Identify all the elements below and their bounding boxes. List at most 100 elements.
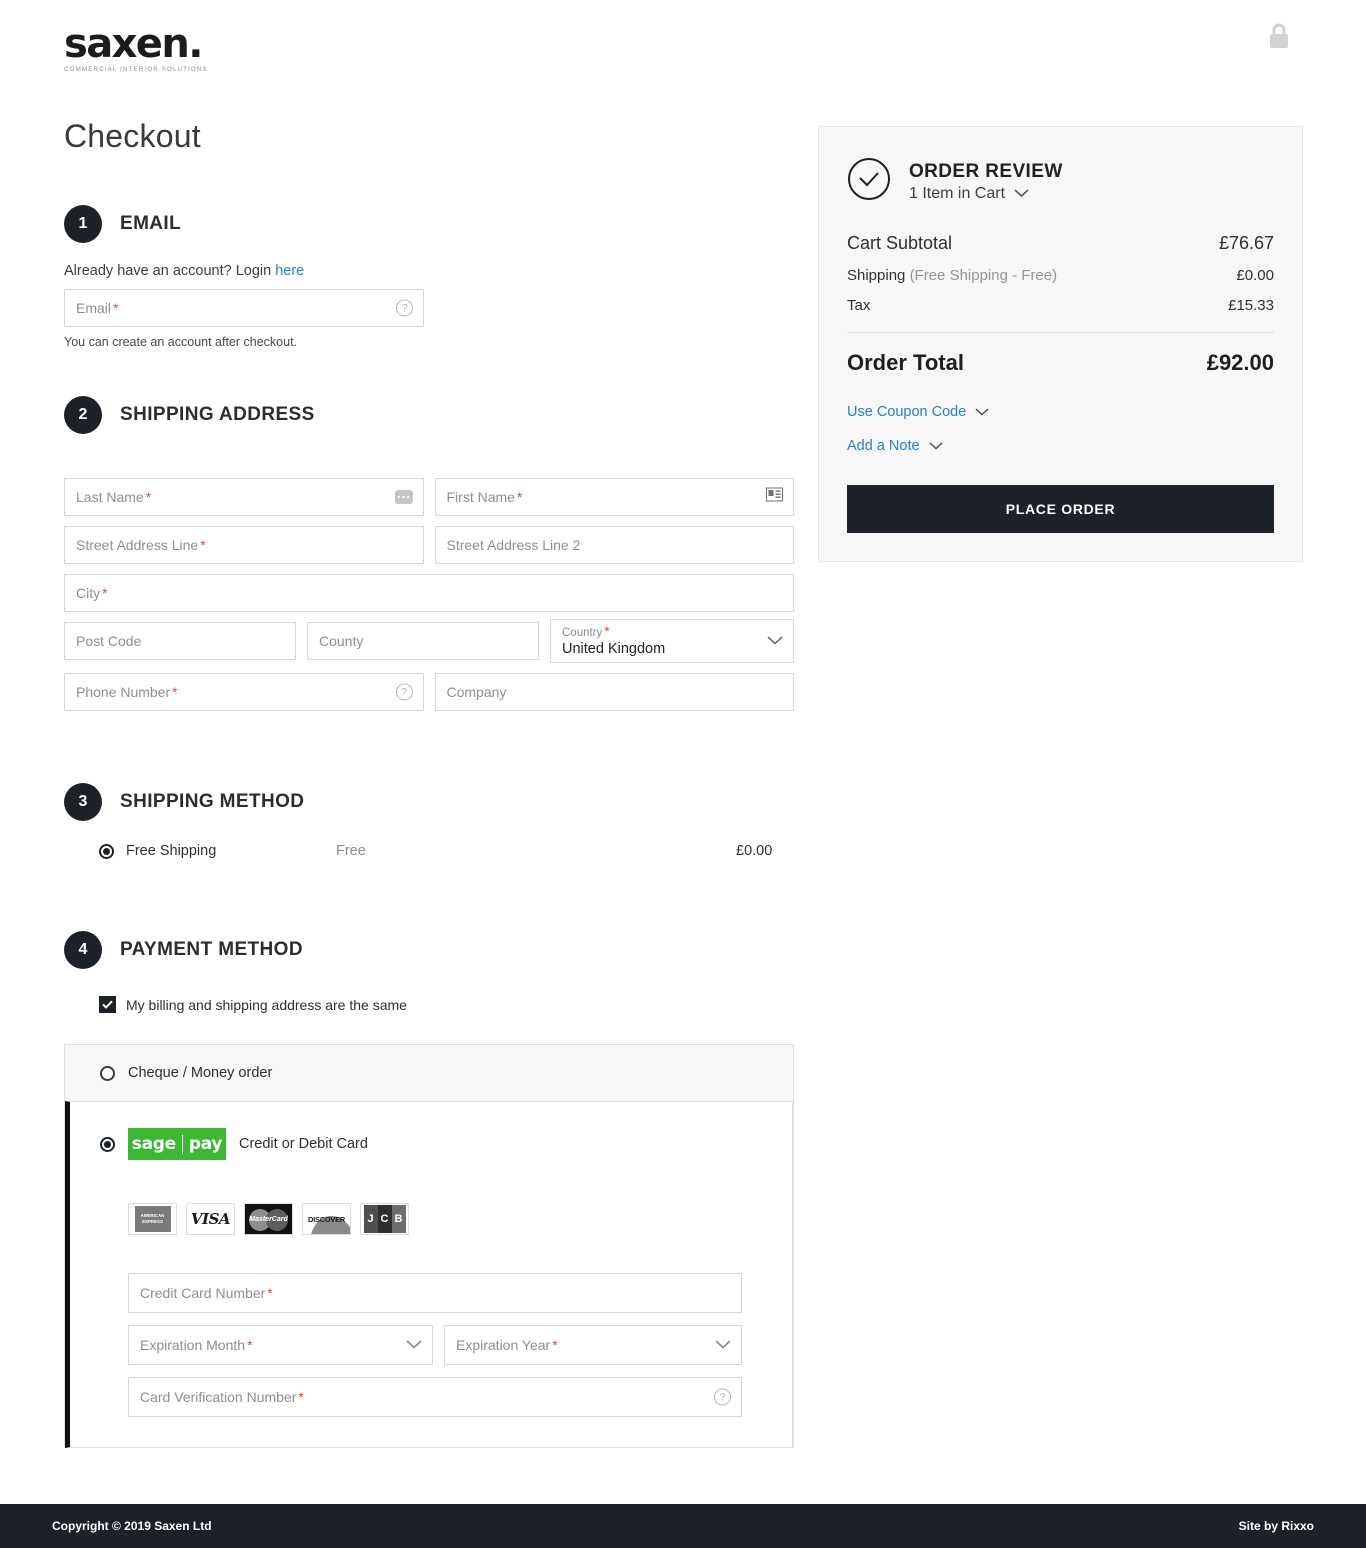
order-review-header: ORDER REVIEW 1 Item in Cart bbox=[847, 157, 1274, 206]
mastercard-card-icon: MasterCard bbox=[244, 1203, 293, 1235]
contact-card-icon[interactable] bbox=[766, 487, 783, 507]
shipping-method-row[interactable]: Free Shipping Free £0.00 bbox=[64, 843, 794, 859]
shipping-label: Shipping (Free Shipping - Free) bbox=[847, 267, 1058, 284]
expiration-year-select[interactable]: Expiration Year * bbox=[444, 1325, 742, 1365]
exp-year-required-marker: * bbox=[552, 1337, 558, 1353]
order-summary-column: ORDER REVIEW 1 Item in Cart Cart Subtota… bbox=[818, 126, 1303, 562]
check-circle-icon bbox=[847, 157, 891, 206]
step-header-shipping-address: 2 SHIPPING ADDRESS bbox=[64, 396, 794, 434]
shipping-method-carrier: Free bbox=[336, 843, 366, 859]
step-number-badge: 2 bbox=[64, 396, 102, 434]
logo-tagline: COMMERCIAL INTERIOR SOLUTIONS bbox=[64, 66, 208, 73]
footer-copyright: Copyright © 2019 Saxen Ltd bbox=[52, 1519, 212, 1533]
lock-icon bbox=[1266, 22, 1292, 52]
chevron-down-icon[interactable] bbox=[715, 1336, 731, 1354]
step-title: PAYMENT METHOD bbox=[120, 939, 303, 960]
step-number-badge: 1 bbox=[64, 205, 102, 243]
mastercard-card-text: MasterCard bbox=[249, 1216, 288, 1223]
tax-value: £15.33 bbox=[1228, 297, 1274, 314]
email-hint: You can create an account after checkout… bbox=[64, 335, 298, 349]
tax-label: Tax bbox=[847, 297, 871, 314]
chevron-down-icon[interactable] bbox=[406, 1336, 422, 1354]
step-number-badge: 4 bbox=[64, 931, 102, 969]
street-address-line-1-field[interactable]: Street Address Line * bbox=[64, 526, 424, 564]
chevron-down-icon[interactable] bbox=[929, 438, 943, 454]
cvn-required-marker: * bbox=[298, 1389, 304, 1405]
city-field[interactable]: City * bbox=[64, 574, 794, 612]
site-logo[interactable]: saxen. COMMERCIAL INTERIOR SOLUTIONS bbox=[64, 23, 210, 73]
exp-month-placeholder: Expiration Month bbox=[140, 1337, 246, 1353]
question-mark-icon[interactable]: ? bbox=[396, 299, 413, 317]
card-verification-number-field[interactable]: Card Verification Number * ? bbox=[128, 1377, 742, 1417]
logo-wordmark: saxen. bbox=[64, 21, 203, 67]
order-review-titles: ORDER REVIEW 1 Item in Cart bbox=[909, 160, 1063, 203]
site-footer: Copyright © 2019 Saxen Ltd Site by Rixxo bbox=[0, 1504, 1366, 1548]
chevron-down-icon[interactable] bbox=[767, 632, 783, 650]
discover-card-text: DISCOVER bbox=[307, 1214, 345, 1224]
email-placeholder: Email bbox=[76, 300, 112, 316]
county-field[interactable]: County bbox=[307, 622, 539, 660]
jcb-letter-j: J bbox=[363, 1205, 378, 1233]
question-mark-icon[interactable]: ? bbox=[395, 683, 413, 701]
items-in-cart-toggle[interactable]: 1 Item in Cart bbox=[909, 185, 1063, 203]
country-select[interactable]: Country * United Kingdom bbox=[550, 619, 794, 663]
question-mark-icon[interactable]: ? bbox=[714, 1388, 731, 1406]
sagepay-radio[interactable] bbox=[100, 1136, 115, 1152]
company-field[interactable]: Company bbox=[434, 673, 794, 711]
post-code-field[interactable]: Post Code bbox=[64, 622, 296, 660]
sage-logo-left: sage bbox=[131, 1134, 176, 1154]
add-a-note-label: Add a Note bbox=[847, 438, 920, 454]
shipping-address-form: Last Name * First Name * Street Address … bbox=[64, 478, 794, 711]
add-a-note-toggle[interactable]: Add a Note bbox=[847, 438, 1274, 454]
accepted-card-logos: AMERICAN EXPRESS VISA MasterCard DISCOVE… bbox=[70, 1203, 792, 1235]
amex-card-icon: AMERICAN EXPRESS bbox=[128, 1203, 177, 1235]
payment-options-list: Cheque / Money order sage pay Credit or … bbox=[64, 1044, 794, 1448]
autofill-dots-icon[interactable] bbox=[394, 490, 413, 504]
email-field[interactable]: Email * ? bbox=[64, 289, 424, 327]
order-summary-panel: ORDER REVIEW 1 Item in Cart Cart Subtota… bbox=[818, 126, 1303, 562]
order-total-row: Order Total £92.00 bbox=[847, 350, 1274, 376]
card-number-placeholder: Credit Card Number bbox=[140, 1285, 266, 1301]
sage-logo-divider bbox=[181, 1134, 183, 1154]
use-coupon-code-toggle[interactable]: Use Coupon Code bbox=[847, 404, 1274, 420]
step-header-email: 1 EMAIL bbox=[64, 205, 794, 243]
login-here-link[interactable]: here bbox=[275, 263, 304, 279]
exp-year-placeholder: Expiration Year bbox=[456, 1337, 551, 1353]
last-name-field[interactable]: Last Name * bbox=[64, 478, 424, 516]
order-summary-lines: Cart Subtotal £76.67 Shipping (Free Ship… bbox=[847, 233, 1274, 314]
place-order-button[interactable]: PLACE ORDER bbox=[847, 485, 1274, 533]
first-name-field[interactable]: First Name * bbox=[434, 478, 794, 516]
payment-option-sagepay[interactable]: sage pay Credit or Debit Card AMERICAN E… bbox=[65, 1101, 793, 1448]
last-name-required-marker: * bbox=[145, 489, 152, 505]
email-required-marker: * bbox=[113, 300, 119, 316]
order-total-label: Order Total bbox=[847, 350, 964, 375]
card-number-required-marker: * bbox=[267, 1285, 273, 1301]
chevron-down-icon[interactable] bbox=[975, 404, 989, 420]
cheque-label: Cheque / Money order bbox=[128, 1065, 273, 1081]
discover-card-icon: DISCOVER bbox=[302, 1203, 351, 1235]
city-placeholder: City bbox=[76, 585, 101, 601]
section-shipping-address: 2 SHIPPING ADDRESS Last Name * First Nam… bbox=[64, 396, 794, 711]
street2-placeholder: Street Address Line 2 bbox=[446, 537, 581, 553]
expiration-month-select[interactable]: Expiration Month * bbox=[128, 1325, 433, 1365]
exp-month-required-marker: * bbox=[247, 1337, 253, 1353]
street-address-line-2-field[interactable]: Street Address Line 2 bbox=[434, 526, 794, 564]
phone-number-field[interactable]: Phone Number * ? bbox=[64, 673, 424, 711]
login-prompt-text: Already have an account? Login bbox=[64, 263, 272, 279]
billing-same-as-shipping-row[interactable]: My billing and shipping address are the … bbox=[64, 996, 794, 1013]
shipping-method-radio[interactable] bbox=[99, 843, 114, 859]
last-name-placeholder: Last Name bbox=[76, 489, 144, 505]
section-shipping-method: 3 SHIPPING METHOD Free Shipping Free £0.… bbox=[64, 783, 794, 859]
cheque-radio[interactable] bbox=[100, 1065, 115, 1081]
city-required-marker: * bbox=[102, 585, 108, 601]
visa-card-text: VISA bbox=[190, 1210, 231, 1228]
billing-same-checkbox[interactable] bbox=[99, 996, 116, 1013]
footer-credit-link[interactable]: Site by Rixxo bbox=[1239, 1519, 1314, 1533]
sagepay-label: Credit or Debit Card bbox=[239, 1136, 368, 1152]
chevron-down-icon[interactable] bbox=[1014, 185, 1029, 203]
step-header-shipping-method: 3 SHIPPING METHOD bbox=[64, 783, 794, 821]
credit-card-number-field[interactable]: Credit Card Number * bbox=[128, 1273, 742, 1313]
phone-placeholder: Phone Number bbox=[76, 684, 171, 700]
step-title: SHIPPING ADDRESS bbox=[120, 404, 315, 425]
payment-option-cheque[interactable]: Cheque / Money order bbox=[65, 1045, 793, 1101]
